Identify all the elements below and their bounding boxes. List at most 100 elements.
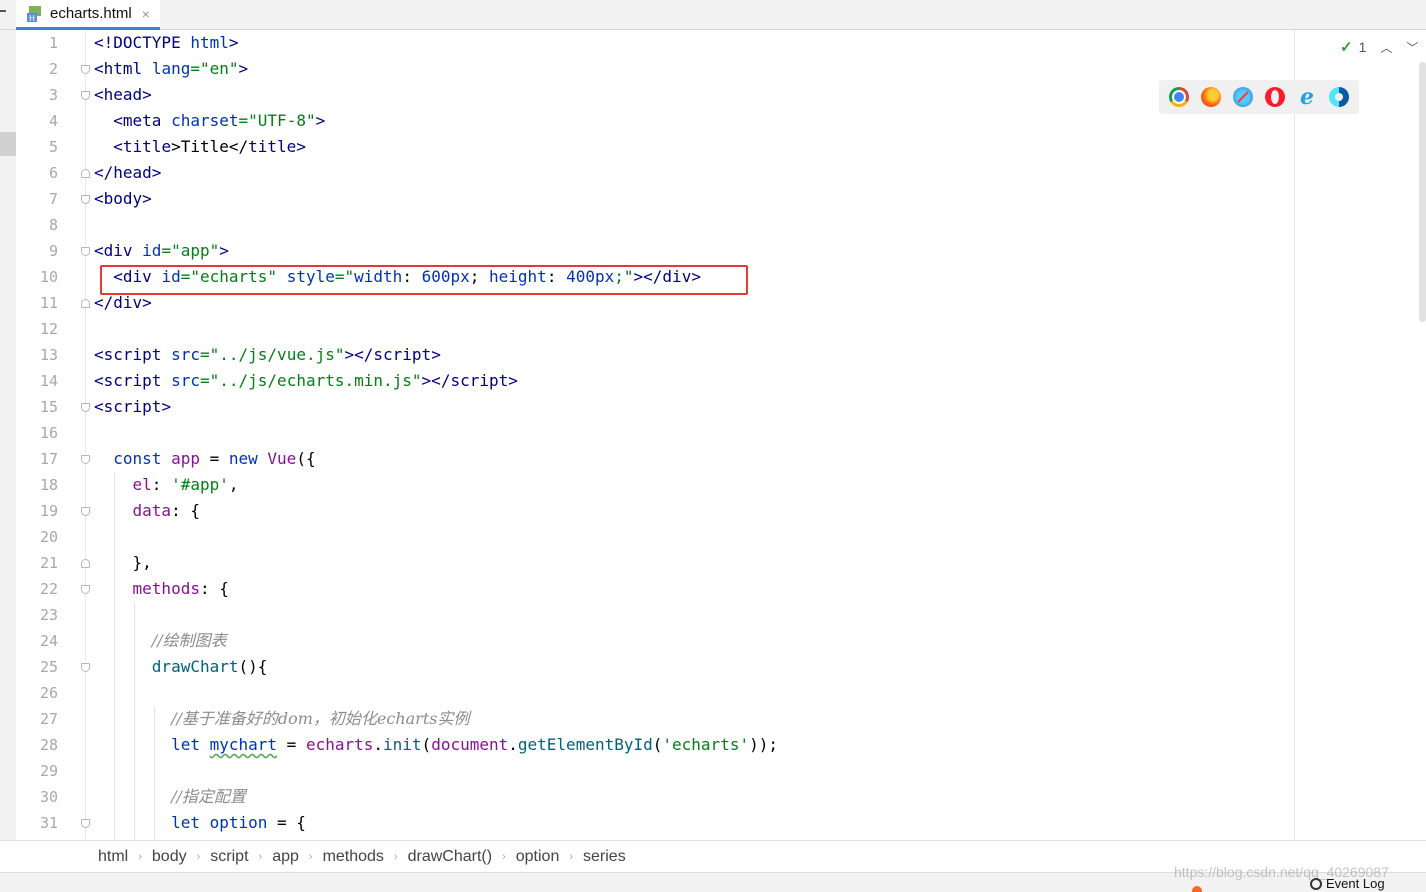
code-line: //基于准备好的dom，初始化echarts实例 bbox=[171, 709, 470, 728]
line-number: 4 bbox=[48, 112, 58, 130]
line-number: 16 bbox=[39, 424, 58, 442]
opera-icon[interactable] bbox=[1265, 87, 1285, 107]
line-number-gutter: 1 2 3 4 5 6 7 8 9 10 11 12 13 14 15 16 1… bbox=[16, 30, 80, 840]
line-number: 27 bbox=[39, 710, 58, 728]
code-line: el: '#app', bbox=[132, 475, 239, 494]
line-number: 9 bbox=[48, 242, 58, 260]
line-number: 6 bbox=[48, 164, 58, 182]
breadcrumb-body[interactable]: body bbox=[152, 848, 187, 866]
browser-preview-bar: e bbox=[1159, 80, 1359, 114]
fold-marker[interactable] bbox=[81, 819, 90, 828]
tab-bar: H echarts.html × bbox=[0, 0, 1426, 30]
code-line: let option = { bbox=[171, 813, 306, 832]
html-file-icon: H bbox=[26, 5, 44, 23]
inspection-widget[interactable]: ✓ 1 ︿ ﹀ bbox=[1340, 38, 1418, 56]
tab-echarts-html[interactable]: H echarts.html × bbox=[16, 0, 160, 30]
line-number: 21 bbox=[39, 554, 58, 572]
code-line: let mychart = echarts.init(document.getE… bbox=[171, 735, 778, 754]
code-line: <html lang="en"> bbox=[94, 59, 249, 78]
chevron-right-icon: › bbox=[502, 850, 506, 863]
line-number: 28 bbox=[39, 736, 58, 754]
line-number: 17 bbox=[39, 450, 58, 468]
line-number: 24 bbox=[39, 632, 58, 650]
fold-marker[interactable] bbox=[81, 91, 90, 100]
vertical-scrollbar[interactable] bbox=[1419, 62, 1426, 322]
chevron-up-icon[interactable]: ︿ bbox=[1380, 39, 1392, 56]
code-line: //绘制图表 bbox=[151, 631, 227, 650]
breadcrumb-html[interactable]: html bbox=[98, 848, 128, 866]
firefox-icon[interactable] bbox=[1201, 87, 1221, 107]
code-area[interactable]: <!DOCTYPE html> <html lang="en"> <head> … bbox=[94, 30, 1284, 840]
code-line: <script> bbox=[94, 397, 172, 416]
breadcrumb-option[interactable]: option bbox=[516, 848, 560, 866]
line-number: 31 bbox=[39, 814, 58, 832]
fold-marker[interactable] bbox=[81, 585, 90, 594]
line-number: 30 bbox=[39, 788, 58, 806]
event-log-label: Event Log bbox=[1326, 876, 1385, 891]
code-line: <div id="app"> bbox=[94, 241, 229, 260]
event-log-button[interactable]: Event Log bbox=[1310, 876, 1385, 891]
fold-marker[interactable] bbox=[81, 559, 90, 568]
breadcrumb-drawchart[interactable]: drawChart() bbox=[408, 848, 492, 866]
line-number: 7 bbox=[48, 190, 58, 208]
notification-dot bbox=[1192, 886, 1202, 892]
gutter-divider bbox=[85, 30, 86, 840]
code-line: <meta charset="UTF-8"> bbox=[94, 111, 326, 130]
line-number: 1 bbox=[48, 34, 58, 52]
code-line: <script src="../js/echarts.min.js"></scr… bbox=[94, 371, 518, 390]
highlight-annotation-box bbox=[100, 265, 748, 295]
breadcrumb-methods[interactable]: methods bbox=[323, 848, 384, 866]
code-line: methods: { bbox=[132, 579, 229, 598]
line-number: 5 bbox=[48, 138, 58, 156]
chrome-icon[interactable] bbox=[1169, 87, 1189, 107]
chevron-right-icon: › bbox=[196, 850, 201, 863]
line-number: 19 bbox=[39, 502, 58, 520]
tab-label: echarts.html bbox=[50, 5, 132, 22]
code-editor[interactable]: 1 2 3 4 5 6 7 8 9 10 11 12 13 14 15 16 1… bbox=[0, 30, 1426, 840]
code-line: const app = new Vue({ bbox=[113, 449, 316, 468]
chevron-right-icon: › bbox=[393, 850, 398, 863]
fold-marker[interactable] bbox=[81, 65, 90, 74]
line-number: 18 bbox=[39, 476, 58, 494]
inspection-count: 1 bbox=[1358, 39, 1367, 55]
line-number: 8 bbox=[48, 216, 58, 234]
fold-marker[interactable] bbox=[81, 195, 90, 204]
line-number: 25 bbox=[39, 658, 58, 676]
line-number: 26 bbox=[39, 684, 58, 702]
fold-marker[interactable] bbox=[81, 507, 90, 516]
code-line: <!DOCTYPE html> bbox=[94, 33, 239, 52]
line-number: 3 bbox=[48, 86, 58, 104]
chevron-right-icon: › bbox=[138, 850, 142, 863]
line-number: 14 bbox=[39, 372, 58, 390]
edge-icon[interactable] bbox=[1329, 87, 1349, 107]
ie-icon[interactable]: e bbox=[1297, 86, 1317, 108]
breadcrumb-app[interactable]: app bbox=[272, 848, 299, 866]
fold-marker[interactable] bbox=[81, 247, 90, 256]
code-line: </head> bbox=[94, 163, 162, 182]
code-line: data: { bbox=[132, 501, 200, 520]
breadcrumb-script[interactable]: script bbox=[210, 848, 248, 866]
line-number: 12 bbox=[39, 320, 58, 338]
check-icon: ✓ bbox=[1340, 39, 1353, 56]
close-icon[interactable]: × bbox=[142, 6, 150, 22]
line-number: 11 bbox=[39, 294, 58, 312]
code-line: //指定配置 bbox=[171, 787, 246, 806]
chevron-right-icon: › bbox=[258, 850, 263, 863]
fold-marker[interactable] bbox=[81, 663, 90, 672]
chevron-right-icon: › bbox=[569, 850, 574, 863]
minimize-dash[interactable] bbox=[0, 10, 6, 12]
fold-marker[interactable] bbox=[81, 299, 90, 308]
code-line: <script src="../js/vue.js"></script> bbox=[94, 345, 441, 364]
fold-marker[interactable] bbox=[81, 455, 90, 464]
code-line: <head> bbox=[94, 85, 152, 104]
fold-marker[interactable] bbox=[81, 403, 90, 412]
right-margin-line bbox=[1294, 30, 1295, 840]
fold-marker[interactable] bbox=[81, 169, 90, 178]
chevron-down-icon[interactable]: ﹀ bbox=[1406, 39, 1418, 56]
code-line: <title>Title</title> bbox=[94, 137, 306, 156]
line-number: 29 bbox=[39, 762, 58, 780]
event-log-icon bbox=[1310, 877, 1322, 890]
safari-icon[interactable] bbox=[1233, 87, 1253, 107]
line-number: 10 bbox=[39, 268, 58, 286]
breadcrumb-series[interactable]: series bbox=[583, 848, 626, 866]
